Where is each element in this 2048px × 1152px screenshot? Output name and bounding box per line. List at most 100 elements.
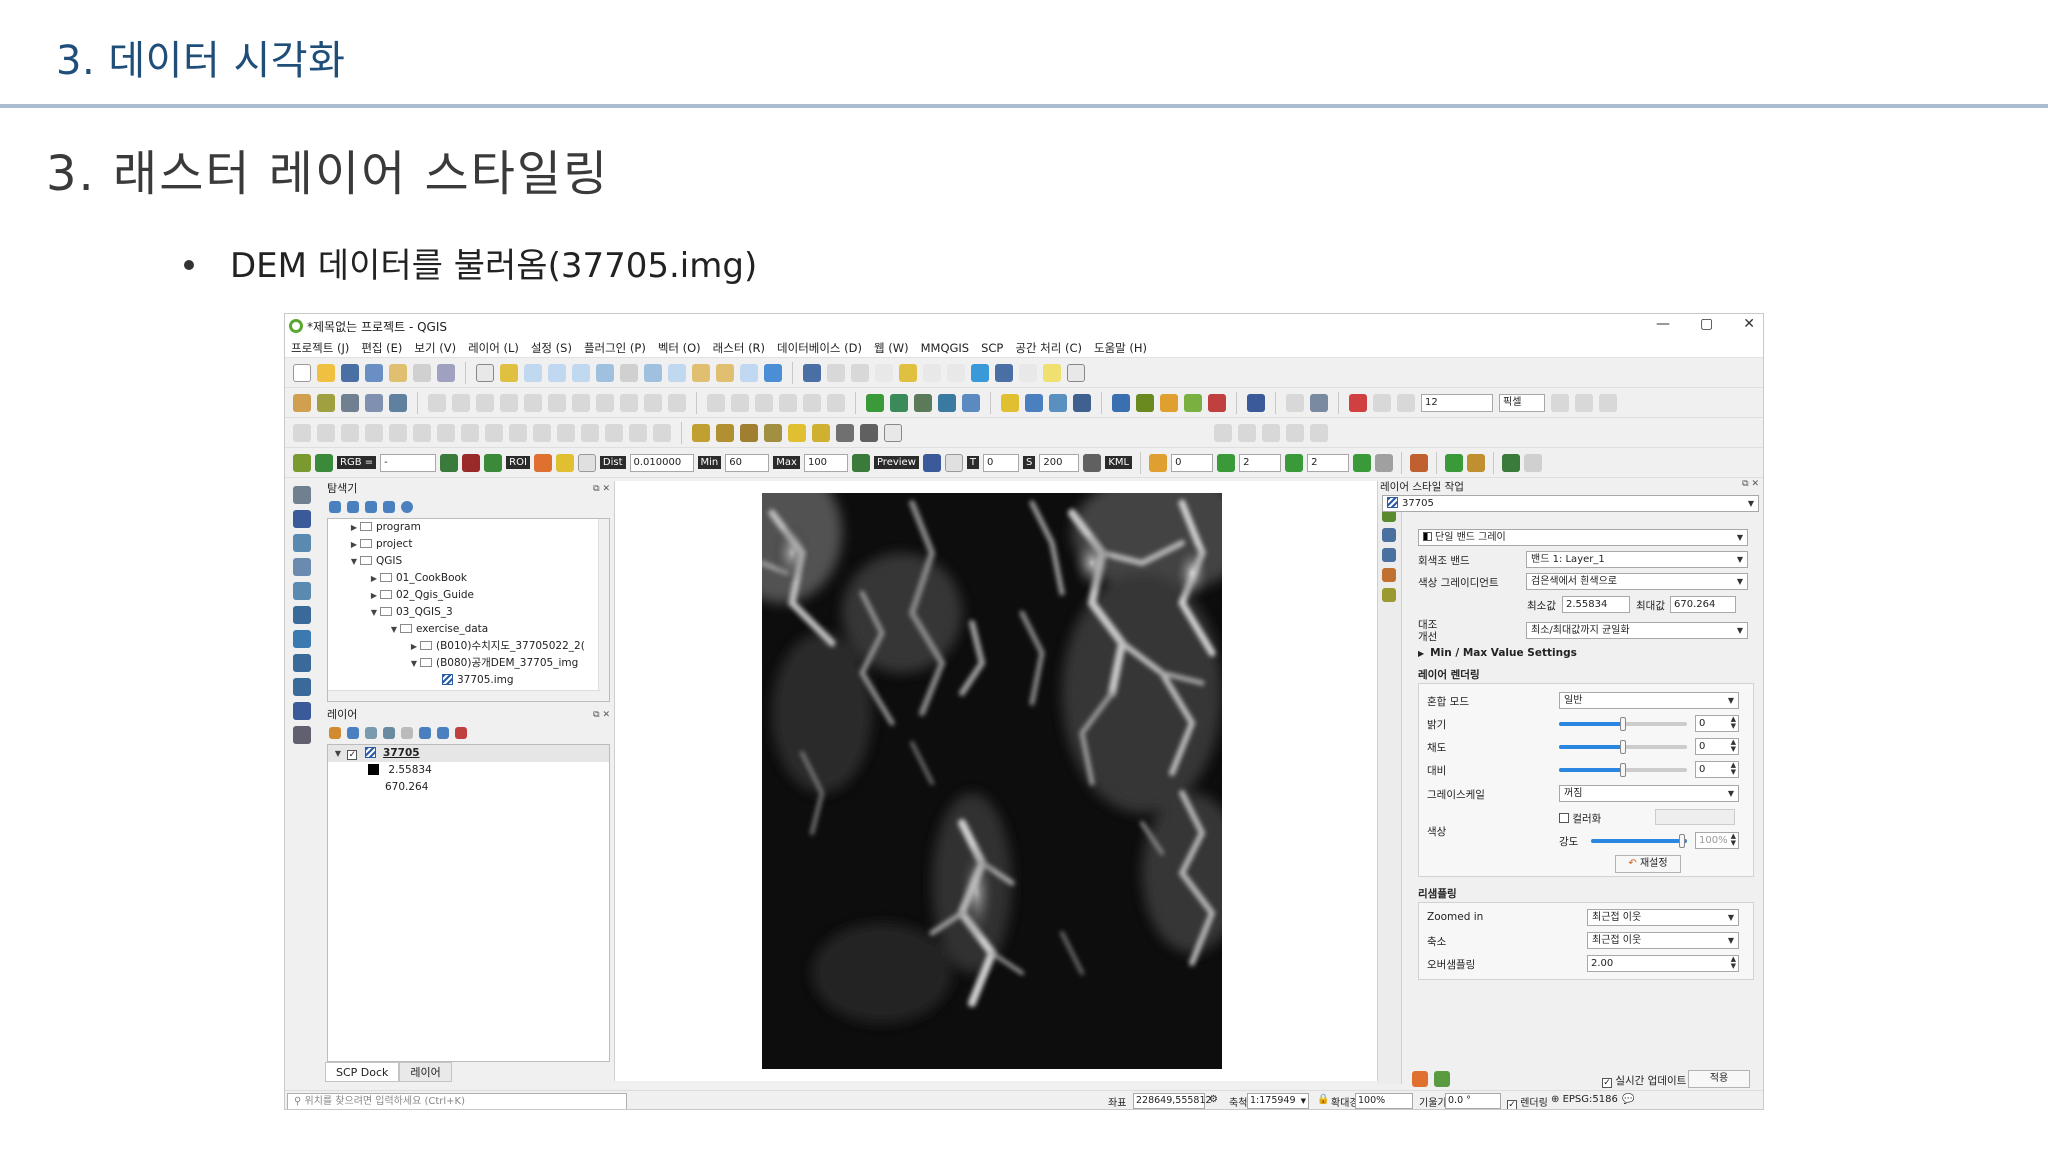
menu-scp[interactable]: SCP: [981, 341, 1003, 355]
annotation-form-icon[interactable]: [1238, 423, 1256, 442]
t-input[interactable]: 0: [983, 453, 1019, 472]
layout-manager-icon[interactable]: [413, 363, 431, 382]
minmax-settings-toggle[interactable]: ▶ Min / Max Value Settings: [1418, 647, 1577, 659]
intersection-icon[interactable]: [1575, 393, 1593, 412]
scp-main-icon[interactable]: [293, 453, 311, 472]
new-layout-icon[interactable]: [389, 363, 407, 382]
save-project-icon[interactable]: [341, 363, 359, 382]
add-raster-layer-icon[interactable]: [293, 510, 311, 528]
menu-help[interactable]: 도움말 (H): [1094, 340, 1147, 356]
scp-zoom-roi-icon[interactable]: [484, 453, 503, 472]
plugin-db-icon[interactable]: [938, 393, 956, 412]
brightness-input[interactable]: 0 ▲ ▼: [1695, 715, 1739, 732]
add-selected-icon[interactable]: [329, 501, 341, 513]
slider-handle[interactable]: [1679, 834, 1685, 848]
redo-icon[interactable]: [668, 393, 686, 412]
panel-float-close-icon[interactable]: ⧉ ✕: [1742, 479, 1759, 489]
coordinate-toggle-icon[interactable]: ⚙: [1209, 1094, 1218, 1105]
add-feature-icon[interactable]: [500, 393, 518, 412]
annotation-text-icon[interactable]: [1310, 423, 1328, 442]
merge-attributes-icon[interactable]: [605, 423, 623, 442]
restore-button[interactable]: ▢: [1700, 316, 1713, 332]
scp-roi-icon[interactable]: [440, 453, 459, 472]
contrast-alt-icon[interactable]: [860, 423, 878, 442]
spin-arrows-icon[interactable]: ▲ ▼: [1731, 762, 1736, 776]
s-input[interactable]: 200: [1039, 453, 1080, 472]
grid-icon[interactable]: [884, 423, 902, 442]
fill-ring-icon[interactable]: [413, 423, 431, 442]
python-icon[interactable]: [1112, 393, 1130, 412]
band-field-1[interactable]: 0: [1171, 453, 1214, 472]
menu-processing[interactable]: 공간 처리 (C): [1015, 340, 1082, 356]
add-spatialite-icon[interactable]: [293, 606, 311, 624]
tree-item-qgis-guide[interactable]: ▶ 02_Qgis_Guide: [328, 587, 609, 604]
tolerance-input[interactable]: 12: [1421, 393, 1493, 412]
panel-float-close-icon[interactable]: ⧉ ✕: [593, 480, 610, 498]
tolerance-unit-select[interactable]: 픽셀: [1499, 393, 1545, 412]
render-checkbox[interactable]: ✓: [1507, 1100, 1517, 1109]
zoomed-out-select[interactable]: 최근접 이웃 ▼: [1587, 932, 1739, 949]
add-gpx-icon[interactable]: [293, 726, 311, 744]
add-wfs-icon[interactable]: [293, 654, 311, 672]
plugin-arrow-icon[interactable]: [890, 393, 908, 412]
delete-selected-icon[interactable]: [548, 393, 566, 412]
scp-grid-icon[interactable]: [1375, 453, 1394, 472]
scp-search-icon[interactable]: [1445, 453, 1464, 472]
globe-search-icon[interactable]: [1025, 393, 1043, 412]
new-layer-icon[interactable]: [317, 393, 335, 412]
increase-brightness-icon[interactable]: [788, 423, 806, 442]
tree-item-qgis[interactable]: ▼ QGIS: [328, 553, 609, 570]
collapse-all-layers-icon[interactable]: [437, 727, 449, 739]
redo-style-icon[interactable]: [1434, 1071, 1450, 1087]
histogram-alt-icon[interactable]: [716, 423, 734, 442]
scp-db-icon[interactable]: [1083, 453, 1102, 472]
scp-band-icon[interactable]: [1149, 453, 1168, 472]
zoomed-in-select[interactable]: 최근접 이웃 ▼: [1587, 909, 1739, 926]
action-icon[interactable]: [827, 363, 845, 382]
toolbox-icon[interactable]: [971, 363, 989, 382]
tree-item-37705-img[interactable]: 37705.img: [328, 672, 609, 689]
scp-classification-icon[interactable]: [922, 453, 941, 472]
paste-icon[interactable]: [620, 393, 638, 412]
menu-vector[interactable]: 벡터 (O): [658, 340, 701, 356]
style-layer-select[interactable]: 37705 ▼: [1382, 495, 1759, 512]
brightness-slider[interactable]: [1559, 717, 1687, 731]
reset-button[interactable]: ↶ 재설정: [1615, 855, 1681, 873]
tree-item-b080[interactable]: ▼ (B080)공개DEM_37705_img: [328, 655, 609, 672]
label-tool-icon[interactable]: [707, 393, 725, 412]
min-input[interactable]: 60: [725, 453, 770, 472]
add-part-icon[interactable]: [389, 423, 407, 442]
scp-redo-icon[interactable]: [944, 453, 963, 472]
merge-features-icon[interactable]: [581, 423, 599, 442]
rotate-symbol-icon[interactable]: [629, 423, 647, 442]
browser-hscrollbar[interactable]: [328, 690, 600, 701]
highlight-label-icon[interactable]: [755, 393, 773, 412]
scp-extra2-icon[interactable]: [1524, 453, 1543, 472]
field-calc-icon[interactable]: [947, 363, 965, 382]
magnet-icon[interactable]: [1349, 393, 1367, 412]
spin-arrows-icon[interactable]: ▲ ▼: [1731, 716, 1736, 730]
filter-legend-icon[interactable]: [383, 727, 395, 739]
layer-visibility-checkbox[interactable]: ✓: [347, 750, 358, 760]
dist-input[interactable]: 0.010000: [629, 453, 694, 472]
gray-band-select[interactable]: 밴드 1: Layer_1 ▼: [1526, 551, 1748, 568]
move-label-icon[interactable]: [779, 393, 797, 412]
panel-float-close-icon[interactable]: ⧉ ✕: [593, 706, 610, 724]
tree-item-qgis3[interactable]: ▼ 03_QGIS_3: [328, 604, 609, 621]
new-project-icon[interactable]: [293, 363, 311, 382]
plugin-db2-icon[interactable]: [962, 393, 980, 412]
stretch-alt-icon[interactable]: [764, 423, 782, 442]
preview-label[interactable]: Preview: [873, 456, 919, 469]
scp-checkbox-icon[interactable]: [577, 453, 596, 472]
expand-arrow-icon[interactable]: ▼: [332, 745, 344, 762]
tree-item-b010[interactable]: ▶ (B010)수치지도_37705022_2(: [328, 638, 609, 655]
add-vector-layer-icon[interactable]: [293, 486, 311, 504]
tab-layers[interactable]: 레이어: [399, 1062, 452, 1082]
undo-style-icon[interactable]: [1412, 1071, 1428, 1087]
text-annotation-icon[interactable]: [1067, 363, 1085, 382]
select-features-icon[interactable]: [851, 363, 869, 382]
scp-pin-icon[interactable]: [1410, 453, 1429, 472]
scale-select[interactable]: 1:175949 ▼: [1247, 1093, 1309, 1109]
oversampling-input[interactable]: 2.00 ▲ ▼: [1587, 955, 1739, 972]
locator-search-input[interactable]: ⚲ 위치를 찾으려면 입력하세요 (Ctrl+K): [287, 1093, 627, 1109]
